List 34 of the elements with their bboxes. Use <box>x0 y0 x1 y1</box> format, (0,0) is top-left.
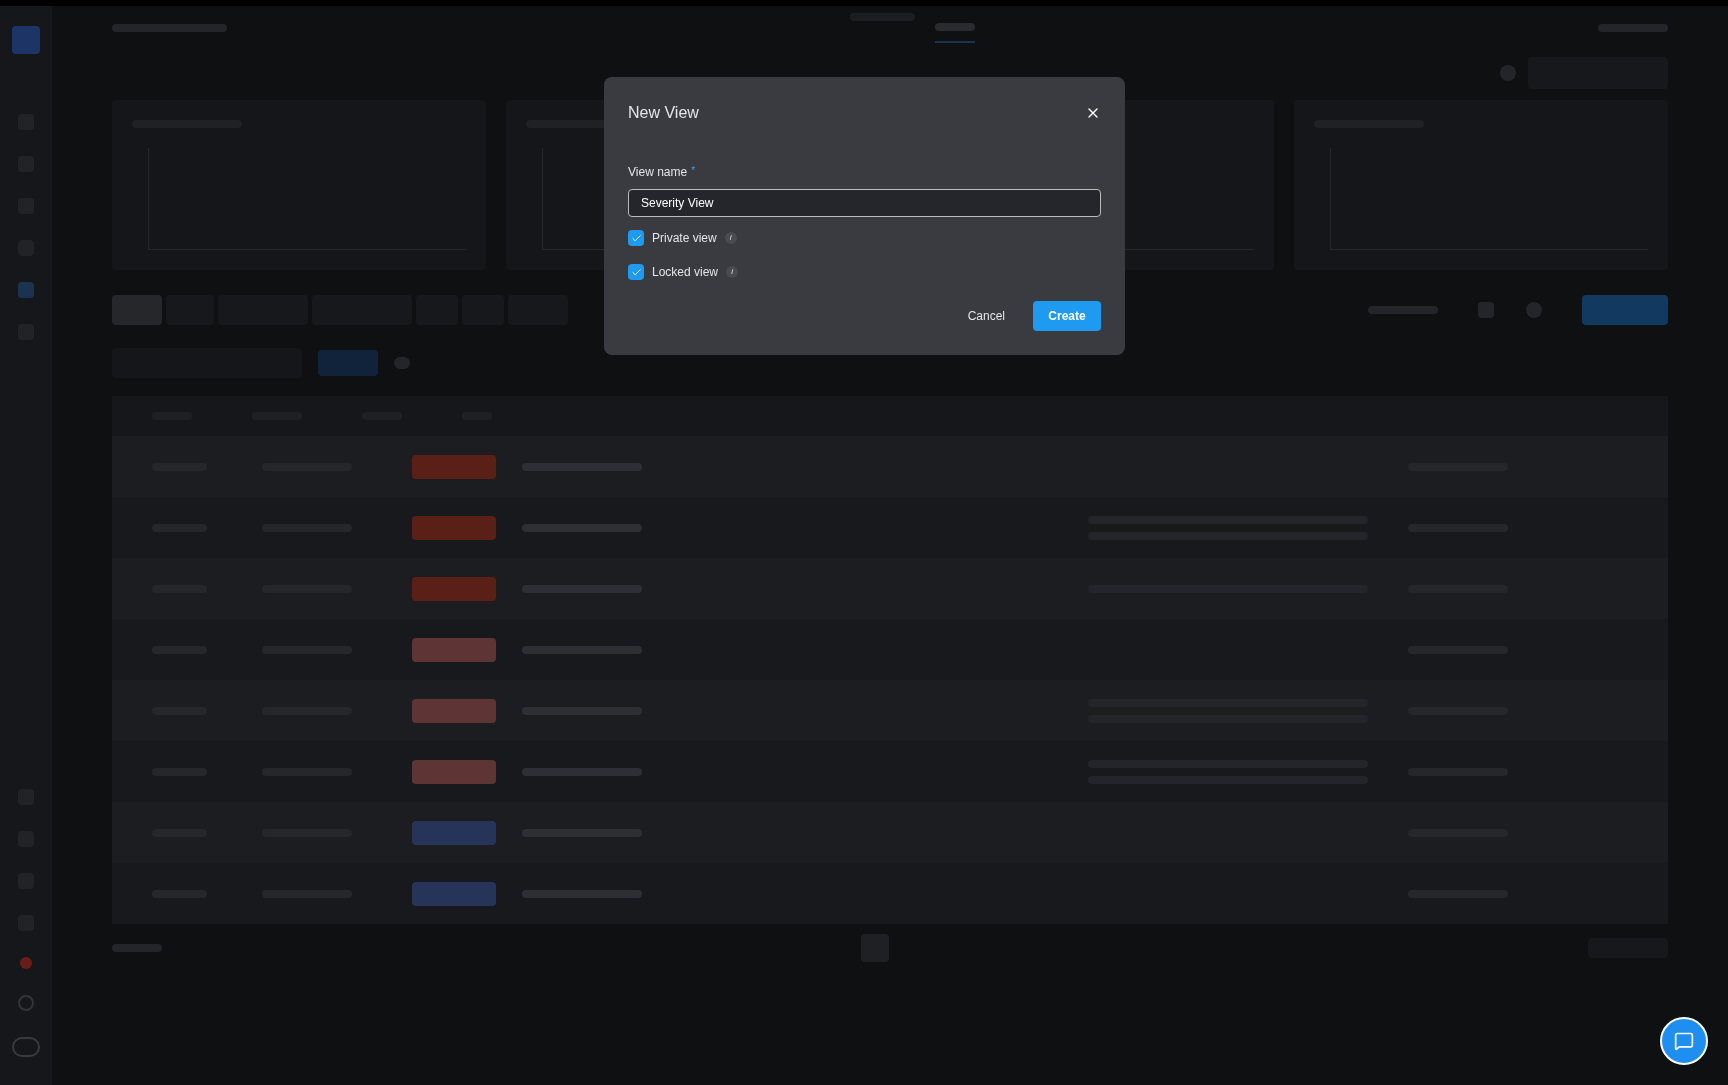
blurred-text <box>1598 24 1668 32</box>
check-icon <box>630 232 642 244</box>
nav-icon[interactable] <box>18 282 34 298</box>
table-row[interactable] <box>112 802 1668 863</box>
dialog-title: New View <box>628 103 699 123</box>
checkbox-label: Locked view <box>652 264 719 281</box>
logo-icon[interactable] <box>12 26 40 54</box>
blurred-text <box>112 944 162 952</box>
refresh-icon[interactable] <box>1526 302 1542 318</box>
chart-icon[interactable] <box>1500 65 1516 81</box>
table-row[interactable] <box>112 680 1668 741</box>
field-label: View name <box>628 164 688 181</box>
blurred-text <box>1368 306 1438 314</box>
help-icon[interactable] <box>18 995 34 1011</box>
cancel-button[interactable]: Cancel <box>963 307 1009 325</box>
info-icon: i <box>724 232 737 244</box>
view-name-field[interactable]: Severity View <box>628 189 1101 217</box>
info-icon: i <box>726 266 739 278</box>
download-icon[interactable] <box>1478 302 1494 318</box>
checkbox[interactable] <box>628 264 644 280</box>
filter-button[interactable] <box>318 350 378 376</box>
check-icon <box>630 266 642 278</box>
checkbox[interactable] <box>628 230 644 246</box>
chat-icon <box>1674 1031 1694 1051</box>
required-mark: * <box>691 164 696 178</box>
notification-icon[interactable] <box>20 957 32 969</box>
new-case-button[interactable] <box>1582 295 1668 325</box>
toggle-icon[interactable] <box>12 1037 40 1057</box>
chat-button[interactable] <box>1660 1017 1708 1065</box>
table-row[interactable] <box>112 436 1668 497</box>
eye-icon[interactable] <box>394 357 410 369</box>
table-row[interactable] <box>112 558 1668 619</box>
checkbox-label: Private view <box>652 230 717 247</box>
section-tab[interactable] <box>112 295 162 325</box>
